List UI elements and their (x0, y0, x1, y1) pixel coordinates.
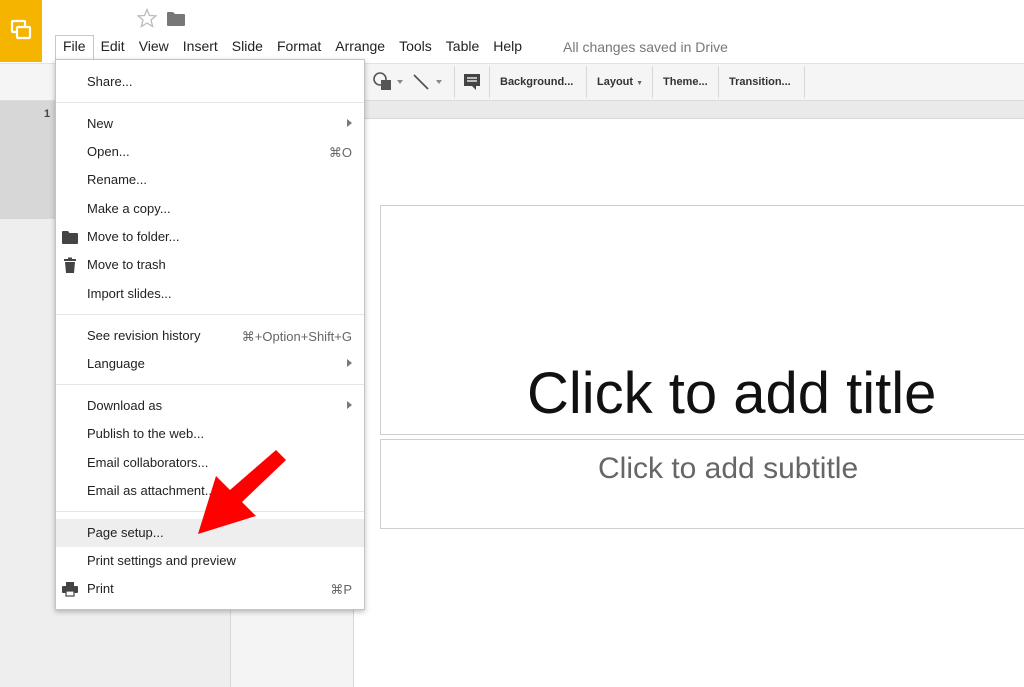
menu-table[interactable]: Table (439, 36, 486, 58)
menu-slide[interactable]: Slide (225, 36, 270, 58)
menu-item-label: Move to trash (87, 257, 166, 272)
folder-icon[interactable] (167, 12, 185, 26)
menu-item-label: Page setup... (87, 525, 164, 540)
menu-item-move-to-folder[interactable]: Move to folder... (56, 223, 364, 251)
menu-item-label: See revision history (87, 328, 201, 343)
line-dropdown-icon[interactable] (435, 78, 443, 86)
layout-button[interactable]: Layout ▼ (593, 70, 647, 94)
menu-format[interactable]: Format (270, 36, 328, 58)
menu-item-label: Print (87, 581, 114, 596)
title-placeholder[interactable]: Click to add title (380, 205, 1024, 435)
menu-view[interactable]: View (132, 36, 176, 58)
menu-item-label: Publish to the web... (87, 426, 205, 441)
menu-item-print[interactable]: Print ⌘P (56, 575, 364, 603)
background-button[interactable]: Background... (496, 70, 577, 94)
canvas-ruler (354, 101, 1024, 119)
subtitle-placeholder-text: Click to add subtitle (598, 452, 859, 485)
menu-item-print-settings[interactable]: Print settings and preview (56, 547, 364, 575)
menu-item-shortcut: ⌘P (330, 582, 352, 597)
menu-divider (56, 384, 364, 385)
save-status: All changes saved in Drive (563, 39, 728, 55)
line-icon[interactable] (411, 72, 431, 92)
title-placeholder-text: Click to add title (527, 361, 937, 426)
menu-item-new[interactable]: New (56, 110, 364, 138)
menu-item-label: Print settings and preview (87, 553, 236, 568)
menu-item-label: New (87, 116, 114, 131)
menu-item-rename[interactable]: Rename... (56, 166, 364, 194)
menu-item-open[interactable]: Open... ⌘O (56, 138, 364, 166)
slides-logo[interactable] (0, 0, 42, 62)
slide-thumbnail[interactable] (0, 101, 60, 219)
menu-item-label: Share... (87, 74, 133, 89)
printer-icon (62, 582, 78, 597)
shape-icon[interactable] (372, 71, 396, 93)
star-icon[interactable] (137, 8, 157, 28)
menu-item-label: Language (87, 356, 145, 371)
menu-item-label: Rename... (87, 172, 147, 187)
menu-item-share[interactable]: Share... (56, 68, 364, 96)
menu-item-download-as[interactable]: Download as (56, 392, 364, 420)
menu-item-make-copy[interactable]: Make a copy... (56, 195, 364, 223)
menu-item-shortcut: ⌘O (328, 145, 352, 160)
submenu-arrow-icon (347, 119, 352, 127)
menu-tools[interactable]: Tools (392, 36, 439, 58)
submenu-arrow-icon (347, 359, 352, 367)
menu-item-import-slides[interactable]: Import slides... (56, 280, 364, 308)
annotation-arrow-icon (198, 450, 286, 534)
subtitle-placeholder[interactable]: Click to add subtitle (380, 439, 1024, 529)
menu-item-label: Open... (87, 144, 130, 159)
slide-number: 1 (44, 108, 51, 120)
menu-item-language[interactable]: Language (56, 350, 364, 378)
menu-item-revision-history[interactable]: See revision history ⌘+Option+Shift+G (56, 322, 364, 350)
layout-label: Layout (597, 76, 634, 88)
shape-dropdown-icon[interactable] (396, 78, 404, 86)
folder-icon (62, 231, 78, 244)
transition-button[interactable]: Transition... (725, 70, 795, 94)
slides-logo-icon (10, 19, 32, 40)
menu-divider (56, 102, 364, 103)
layout-dropdown-icon: ▼ (636, 80, 643, 87)
menu-edit[interactable]: Edit (94, 36, 132, 58)
trash-icon (64, 257, 76, 273)
menu-item-label: Make a copy... (87, 201, 171, 216)
menu-item-move-to-trash[interactable]: Move to trash (56, 251, 364, 279)
menu-item-label: Download as (87, 398, 163, 413)
theme-button[interactable]: Theme... (659, 70, 712, 94)
submenu-arrow-icon (347, 401, 352, 409)
menu-divider (56, 314, 364, 315)
menu-arrange[interactable]: Arrange (328, 36, 392, 58)
menu-item-shortcut: ⌘+Option+Shift+G (241, 329, 352, 344)
menu-file[interactable]: File (55, 35, 94, 59)
comment-icon[interactable] (462, 72, 482, 92)
menu-help[interactable]: Help (486, 36, 529, 58)
menu-item-label: Move to folder... (87, 229, 180, 244)
menu-item-label: Import slides... (87, 286, 172, 301)
menu-insert[interactable]: Insert (176, 36, 225, 58)
menu-bar: File Edit View Insert Slide Format Arran… (55, 35, 529, 59)
